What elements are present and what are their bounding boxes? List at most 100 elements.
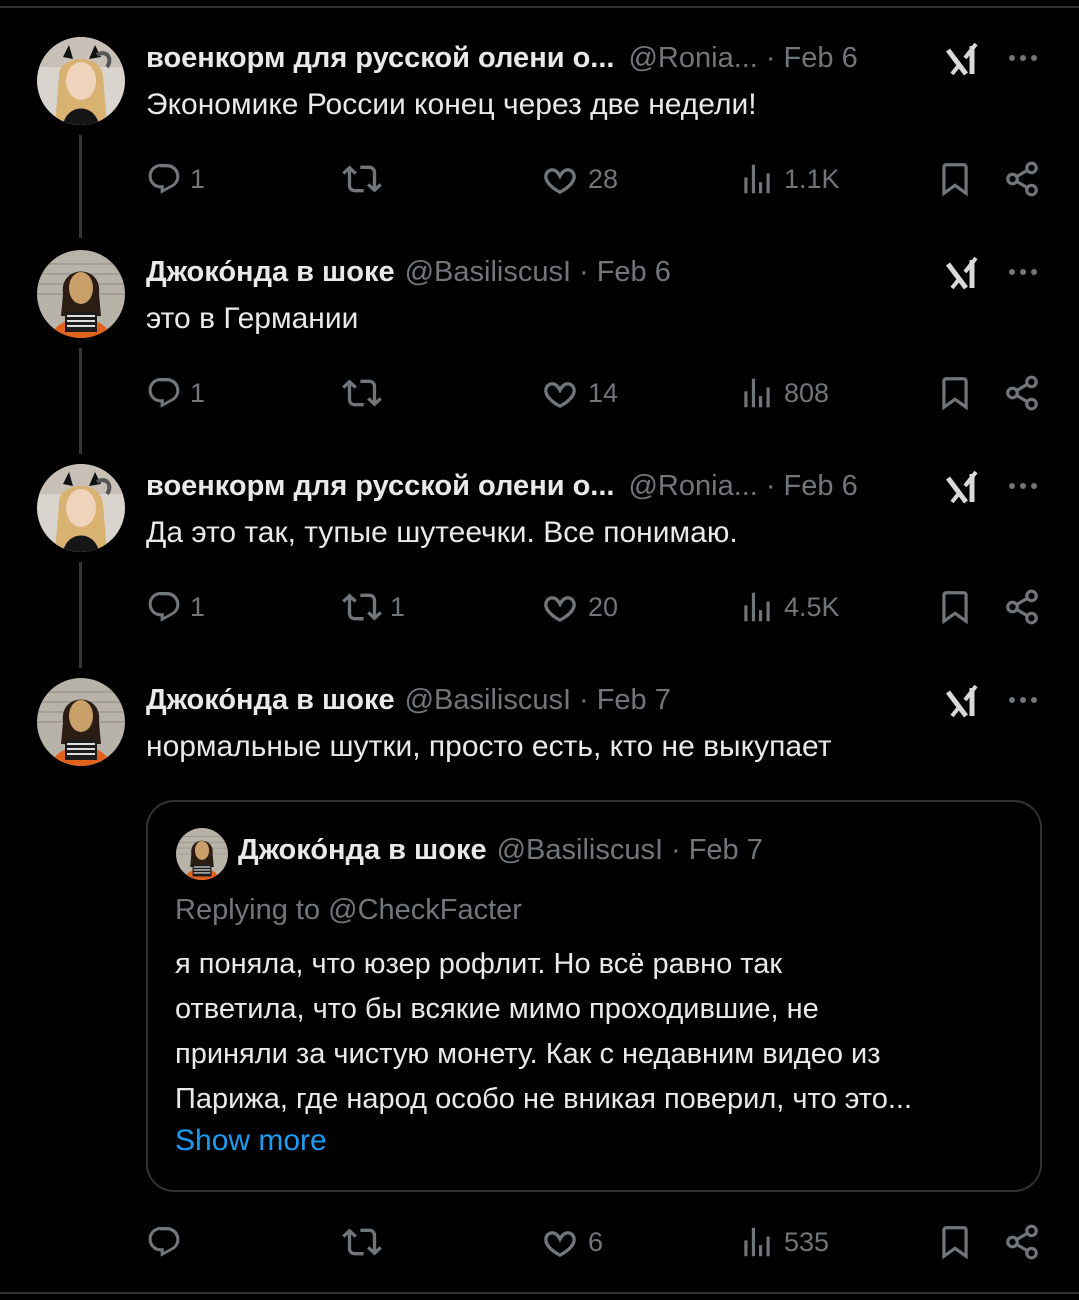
tweet-date[interactable]: Feb 6 (784, 42, 858, 75)
display-name[interactable]: военкорм для русской олени о... (146, 42, 614, 75)
more-icon[interactable] (1005, 48, 1041, 68)
bookmark-icon (936, 588, 974, 626)
separator-dot: · (579, 683, 589, 716)
bottom-divider (0, 1292, 1079, 1294)
bookmark-button[interactable] (936, 587, 974, 627)
separator-dot: · (765, 469, 776, 502)
views-count: 808 (784, 377, 830, 408)
tweet-date[interactable]: Feb 6 (597, 256, 671, 289)
like-button[interactable]: 14 (540, 373, 618, 413)
grok-icon[interactable] (944, 682, 982, 720)
reply-icon (146, 589, 182, 625)
views-button[interactable]: 4.5K (738, 587, 840, 627)
views-icon (738, 588, 776, 626)
retweet-button[interactable] (342, 1222, 390, 1262)
reply-count: 1 (190, 163, 206, 194)
like-count: 14 (588, 377, 619, 408)
user-handle[interactable]: @Ronia... (628, 470, 757, 503)
more-icon[interactable] (1005, 476, 1041, 496)
share-button[interactable] (1003, 1222, 1041, 1262)
retweet-button[interactable] (342, 373, 390, 413)
mona-lisa-mugshot-avatar-icon (176, 828, 228, 880)
like-count: 20 (588, 591, 619, 622)
reply-button[interactable] (146, 1222, 190, 1262)
retweet-icon (342, 159, 382, 199)
tweet-text: Экономике России конец через две недели! (146, 88, 757, 121)
retweet-button[interactable]: 1 (342, 587, 405, 627)
views-count: 1.1K (784, 163, 840, 194)
quoted-text: я поняла, что юзер рофлит. Но всё равно … (175, 942, 1025, 1122)
reply-button[interactable]: 1 (146, 373, 205, 413)
reply-button[interactable]: 1 (146, 587, 205, 627)
separator-dot: · (671, 834, 681, 866)
tweet-header: военкорм для русской олени о... @Ronia..… (146, 38, 858, 78)
reply-icon (146, 1224, 182, 1260)
grok-icon[interactable] (944, 254, 982, 292)
tweet-date[interactable]: Feb 7 (597, 684, 671, 717)
reply-count: 1 (190, 377, 206, 408)
grok-icon[interactable] (944, 468, 982, 506)
display-name[interactable]: Джоко́нда в шоке (146, 256, 395, 289)
quoted-display-name[interactable]: Джоко́нда в шоке (238, 834, 487, 867)
like-icon (540, 587, 580, 627)
reply-button[interactable]: 1 (146, 159, 205, 199)
avatar[interactable] (37, 37, 125, 125)
share-icon (1003, 1223, 1041, 1261)
grok-icon[interactable] (944, 40, 982, 78)
quoted-text-line: Парижа, где народ особо не вникая повери… (175, 1083, 913, 1115)
display-name[interactable]: военкорм для русской олени о... (146, 470, 614, 503)
share-icon (1003, 374, 1041, 412)
like-button[interactable]: 28 (540, 159, 618, 199)
views-count: 4.5K (784, 591, 840, 622)
tweet-date[interactable]: Feb 6 (784, 470, 858, 503)
quoted-tweet[interactable]: Джоко́нда в шоке @BasiliscusI · Feb 7 Re… (146, 800, 1042, 1192)
user-handle[interactable]: @BasiliscusI (405, 256, 571, 289)
reply-icon (146, 161, 182, 197)
views-icon (738, 374, 776, 412)
quoted-user-handle[interactable]: @BasiliscusI (497, 834, 663, 867)
views-button[interactable]: 1.1K (738, 159, 840, 199)
tweet-header: Джоко́нда в шоке @BasiliscusI · Feb 6 (146, 252, 671, 292)
bookmark-icon (936, 374, 974, 412)
share-icon (1003, 160, 1041, 198)
avatar[interactable] (37, 464, 125, 552)
display-name[interactable]: Джоко́нда в шоке (146, 684, 395, 717)
like-count: 28 (588, 163, 619, 194)
views-icon (738, 1223, 776, 1261)
action-bar: 1 1 20 4.5K (0, 587, 1079, 627)
like-icon (540, 1222, 580, 1262)
views-button[interactable]: 535 (738, 1222, 829, 1262)
quoted-text-line: приняли за чистую монету. Как с недавним… (175, 1038, 881, 1070)
more-icon[interactable] (1005, 690, 1041, 710)
like-count: 6 (588, 1226, 604, 1257)
quoted-avatar[interactable] (176, 828, 228, 880)
user-handle[interactable]: @BasiliscusI (405, 684, 571, 717)
quoted-text-line: я поняла, что юзер рофлит. Но всё равно … (175, 948, 783, 980)
blonde-woman-avatar-icon (37, 464, 125, 552)
tweet-text: нормальные шутки, просто есть, кто не вы… (146, 730, 832, 763)
share-button[interactable] (1003, 373, 1041, 413)
like-button[interactable]: 20 (540, 587, 618, 627)
blonde-woman-avatar-icon (37, 37, 125, 125)
bookmark-button[interactable] (936, 159, 974, 199)
more-icon[interactable] (1005, 262, 1041, 282)
tweet-text: это в Германии (146, 302, 359, 335)
avatar[interactable] (37, 678, 125, 766)
avatar[interactable] (37, 250, 125, 338)
replying-to-label: Replying to @CheckFacter (175, 894, 522, 926)
quoted-header: Джоко́нда в шоке @BasiliscusI · Feb 7 (238, 834, 763, 867)
retweet-button[interactable] (342, 159, 390, 199)
quoted-date[interactable]: Feb 7 (689, 834, 763, 867)
user-handle[interactable]: @Ronia... (628, 42, 757, 75)
action-bar: 1 14 808 (0, 373, 1079, 413)
like-button[interactable]: 6 (540, 1222, 603, 1262)
bookmark-button[interactable] (936, 373, 974, 413)
show-more-link[interactable]: Show more (175, 1124, 327, 1158)
tweet-text: Да это так, тупые шутеечки. Все понимаю. (146, 516, 738, 549)
share-button[interactable] (1003, 587, 1041, 627)
views-icon (738, 160, 776, 198)
share-button[interactable] (1003, 159, 1041, 199)
views-button[interactable]: 808 (738, 373, 829, 413)
bookmark-button[interactable] (936, 1222, 974, 1262)
views-count: 535 (784, 1226, 830, 1257)
